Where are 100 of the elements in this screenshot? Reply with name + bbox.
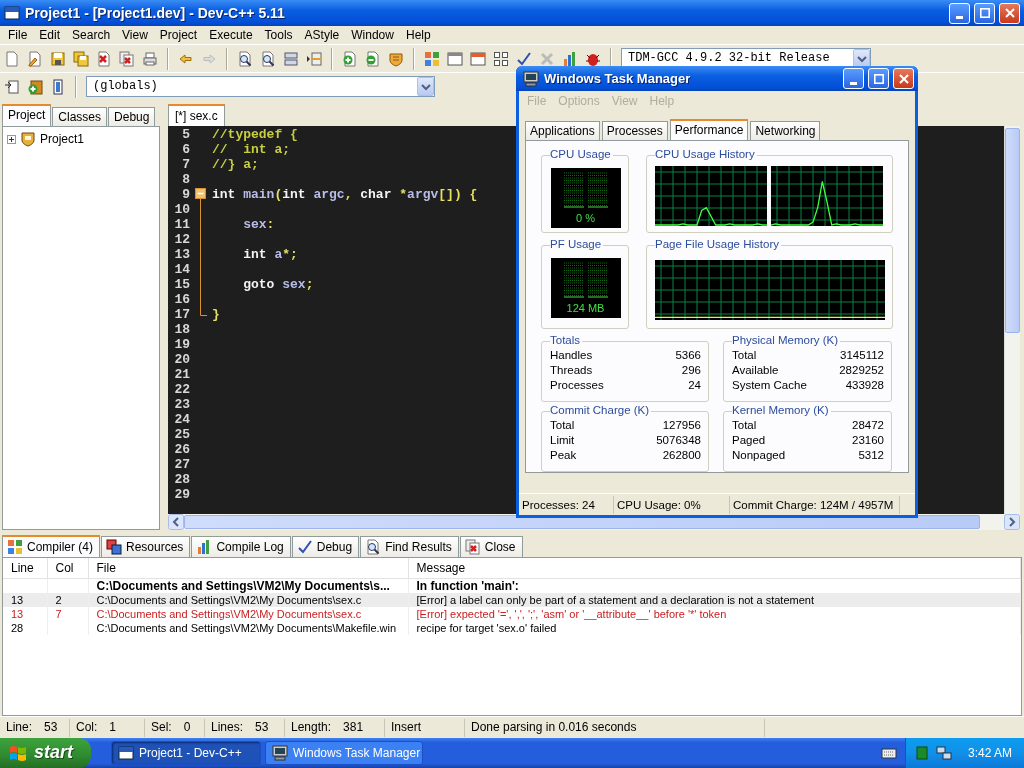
menu-item[interactable]: Search xyxy=(66,26,117,44)
close-button[interactable] xyxy=(999,2,1020,24)
minimize-button[interactable] xyxy=(949,2,970,24)
maximize-icon xyxy=(979,8,990,18)
taskbar-button[interactable]: Project1 - Dev-C++ xyxy=(111,741,261,765)
remove-file-icon[interactable] xyxy=(365,50,381,67)
expand-icon[interactable] xyxy=(7,134,16,144)
scroll-right-icon[interactable] xyxy=(1004,514,1020,530)
menu-item[interactable]: Window xyxy=(345,26,400,44)
maximize-button[interactable] xyxy=(974,2,995,24)
panel-tab[interactable]: Project xyxy=(2,104,52,127)
code-line: } xyxy=(212,307,220,323)
output-tab[interactable]: Resources xyxy=(101,536,191,557)
stat-value: 2829252 xyxy=(839,363,884,379)
output-tab[interactable]: Debug xyxy=(291,536,360,557)
menu-item[interactable]: View xyxy=(116,26,154,44)
app-icon xyxy=(523,70,539,87)
maximize-button[interactable] xyxy=(868,68,889,89)
app-icon xyxy=(4,5,20,21)
save-icon[interactable] xyxy=(50,50,66,67)
vertical-scrollbar[interactable] xyxy=(1004,126,1020,514)
monitor-icon xyxy=(272,745,288,761)
status-value: 53 xyxy=(44,720,58,735)
network-icon[interactable] xyxy=(935,745,952,761)
table-cell: C:\Documents and Settings\VM2\My Documents\sex.c xyxy=(96,593,362,606)
column-header[interactable]: File xyxy=(88,558,408,578)
code-line: int a*; xyxy=(242,247,298,263)
panel-tab[interactable]: Classes xyxy=(52,107,108,127)
column-header[interactable]: Message xyxy=(408,558,1021,578)
open-file-icon[interactable] xyxy=(27,50,43,67)
window-icon[interactable] xyxy=(447,50,463,67)
menu-item[interactable]: Tools xyxy=(258,26,299,44)
menu-item[interactable]: File xyxy=(2,26,34,44)
column-header[interactable]: Line xyxy=(3,558,47,578)
stat-label: Nonpaged xyxy=(732,448,786,464)
add-file-icon[interactable] xyxy=(342,50,358,67)
indent-icon[interactable] xyxy=(4,78,20,95)
tab-label: Find Results xyxy=(385,539,452,555)
tile-icon[interactable] xyxy=(493,50,509,67)
group-title: Commit Charge (K) xyxy=(550,404,652,419)
line-number: 20 xyxy=(173,352,190,368)
window-title: Windows Task Manager xyxy=(544,70,692,87)
check-icon[interactable] xyxy=(516,50,532,67)
close-all-icon[interactable] xyxy=(119,50,135,67)
tab[interactable]: Networking xyxy=(750,121,821,141)
scope-dropdown[interactable]: (globals) xyxy=(86,76,435,97)
add-project-icon[interactable] xyxy=(27,78,43,95)
stat-value: 296 xyxy=(681,363,701,379)
delete-icon[interactable] xyxy=(539,50,555,67)
close-icon xyxy=(1004,8,1015,18)
taskbar-button[interactable]: Windows Task Manager xyxy=(265,741,423,765)
bookmark-icon[interactable] xyxy=(50,78,66,95)
table-cell: In function 'main': xyxy=(416,578,519,593)
chart-icon[interactable] xyxy=(562,50,578,67)
stat-label: Handles xyxy=(550,348,593,364)
output-tab[interactable]: Find Results xyxy=(360,536,459,557)
tree-item[interactable]: Project1 xyxy=(40,132,85,147)
keyboard-icon[interactable] xyxy=(880,745,897,761)
table-cell: 28 xyxy=(11,621,24,634)
menu-item[interactable]: Project xyxy=(153,26,204,44)
fold-toggle[interactable] xyxy=(195,187,206,203)
stat-label: Threads xyxy=(550,363,593,379)
line-number: 16 xyxy=(173,292,190,308)
status-text: Processes: 24 xyxy=(519,495,614,514)
menu-item[interactable]: Execute xyxy=(203,26,259,44)
minimize-button[interactable] xyxy=(843,68,864,89)
tab[interactable]: Performance xyxy=(669,119,749,141)
window-icon[interactable] xyxy=(283,50,299,67)
start-button[interactable]: start xyxy=(0,738,91,768)
scroll-left-icon[interactable] xyxy=(168,514,184,530)
menu-item[interactable]: AStyle xyxy=(298,26,346,44)
code-line: // int a; xyxy=(212,142,290,158)
grid-icon[interactable] xyxy=(424,50,440,67)
tab-label: Compile Log xyxy=(216,539,284,555)
shield-icon[interactable] xyxy=(388,50,404,67)
stat-value: 3145112 xyxy=(840,348,884,364)
file-tab[interactable]: [*] sex.c xyxy=(168,104,225,127)
output-tab[interactable]: Compiler (4) xyxy=(2,535,100,557)
replace-icon[interactable] xyxy=(260,50,276,67)
search-icon[interactable] xyxy=(237,50,253,67)
output-tab[interactable]: Close xyxy=(459,536,523,557)
tab[interactable]: Applications xyxy=(525,121,600,141)
close-button[interactable] xyxy=(893,68,914,89)
tab[interactable]: Processes xyxy=(601,121,668,141)
menu-item[interactable]: Edit xyxy=(33,26,67,44)
line-number: 22 xyxy=(173,382,190,398)
menu-item[interactable]: Help xyxy=(399,26,437,44)
line-number: 21 xyxy=(173,367,190,383)
close-file-icon[interactable] xyxy=(96,50,112,67)
line-number: 19 xyxy=(173,337,190,353)
window-icon[interactable] xyxy=(470,50,486,67)
print-icon[interactable] xyxy=(142,50,158,67)
goto-line-icon[interactable] xyxy=(306,50,322,67)
column-header[interactable]: Col xyxy=(47,558,88,578)
save-all-icon[interactable] xyxy=(73,50,89,67)
minimize-icon xyxy=(956,16,963,19)
panel-tab[interactable]: Debug xyxy=(108,107,156,127)
scroll-thumb[interactable] xyxy=(1005,128,1020,334)
output-tab[interactable]: Compile Log xyxy=(191,536,291,557)
line-number: 24 xyxy=(173,412,190,428)
